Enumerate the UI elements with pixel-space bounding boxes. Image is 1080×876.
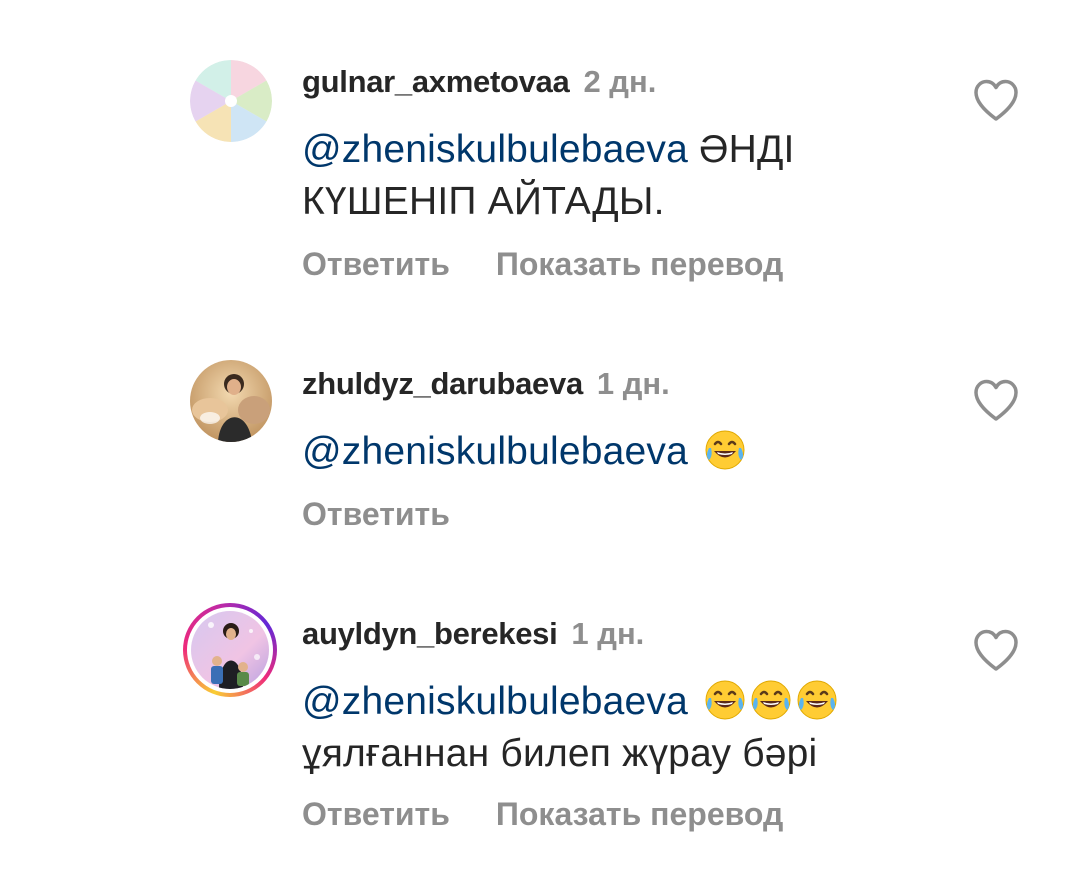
reply-button[interactable]: Ответить <box>302 796 450 832</box>
comment-text: @zheniskulbulebaeva <box>302 426 922 478</box>
show-translation-button[interactable]: Показать перевод <box>496 246 783 282</box>
photo-avatar-image <box>190 360 272 442</box>
tears-of-joy-emoji-icon <box>703 428 747 472</box>
username-link[interactable]: zhuldyz_darubaeva <box>302 366 583 401</box>
mention-link[interactable]: @zheniskulbulebaeva <box>302 430 688 473</box>
comment-time: 1 дн. <box>596 366 670 401</box>
mention-link[interactable]: @zheniskulbulebaeva <box>302 128 688 171</box>
heart-outline-icon[interactable] <box>972 78 1020 122</box>
tears-of-joy-emoji-icon <box>749 678 793 722</box>
user-avatar[interactable] <box>190 60 272 142</box>
heart-outline-icon[interactable] <box>972 628 1020 672</box>
story-ring-avatar[interactable] <box>183 603 277 697</box>
comment-text-line: ұялғаннан билеп жүрау бәрі <box>302 732 818 775</box>
comment-header: gulnar_axmetovaa 2 дн. <box>302 64 656 100</box>
comment-time: 2 дн. <box>583 64 657 99</box>
comment-header: zhuldyz_darubaeva 1 дн. <box>302 366 670 402</box>
comment-item: gulnar_axmetovaa 2 дн. @zheniskulbulebaev… <box>0 0 1080 300</box>
comment-time: 1 дн. <box>571 616 645 651</box>
reply-button[interactable]: Ответить <box>302 246 450 282</box>
comment-header: auyldyn_berekesi 1 дн. <box>302 616 644 652</box>
tears-of-joy-emoji-icon <box>703 678 747 722</box>
comment-actions: Ответить <box>302 494 450 534</box>
comment-text: @zheniskulbulebaeva ӘНДІ КҮШЕНІП АЙТАДЫ. <box>302 124 922 228</box>
pie-wheel-avatar-image <box>190 60 272 142</box>
comment-text-line: КҮШЕНІП АЙТАДЫ. <box>302 180 665 223</box>
mention-link[interactable]: @zheniskulbulebaeva <box>302 680 688 723</box>
comment-text: @zheniskulbulebaeva <box>302 676 922 780</box>
photo-avatar-image <box>191 611 269 689</box>
avatar-ring-inner <box>187 607 273 693</box>
comment-actions: Ответить Показать перевод <box>302 794 783 834</box>
show-translation-button[interactable]: Показать перевод <box>496 796 783 832</box>
comment-actions: Ответить Показать перевод <box>302 244 783 284</box>
reply-button[interactable]: Ответить <box>302 496 450 532</box>
username-link[interactable]: auyldyn_berekesi <box>302 616 558 651</box>
comment-text-inline: ӘНДІ <box>699 128 795 171</box>
user-avatar[interactable] <box>190 360 272 442</box>
comment-item: zhuldyz_darubaeva 1 дн. @zheniskulbulebae… <box>0 300 1080 560</box>
comment-item: auyldyn_berekesi 1 дн. @zheniskulbulebaev… <box>0 560 1080 876</box>
username-link[interactable]: gulnar_axmetovaa <box>302 64 570 99</box>
tears-of-joy-emoji-icon <box>795 678 839 722</box>
heart-outline-icon[interactable] <box>972 378 1020 422</box>
